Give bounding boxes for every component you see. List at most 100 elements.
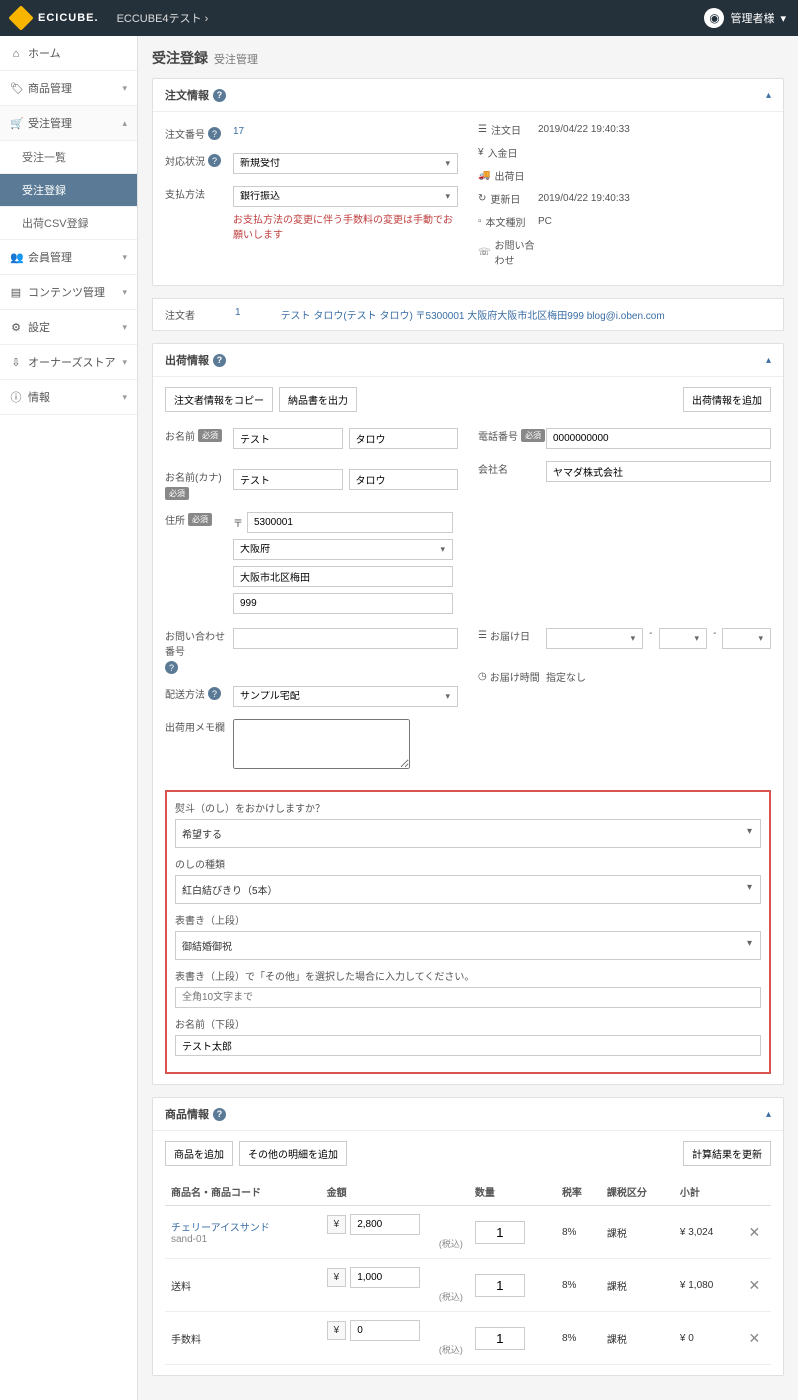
users-icon: 👥 <box>10 251 22 264</box>
brand[interactable]: ECICUBE. <box>12 9 99 27</box>
table-row: チェリーアイスサンドsand-01¥(税込)8%課税¥ 3,024✕ <box>165 1206 771 1259</box>
help-icon[interactable]: ? <box>213 89 226 102</box>
user-menu[interactable]: ◉ 管理者様 ▾ <box>704 8 786 28</box>
qty-input[interactable] <box>475 1274 525 1297</box>
info-icon: ⓘ <box>10 389 22 405</box>
add-shipping-button[interactable]: 出荷情報を追加 <box>683 387 771 412</box>
collapse-icon[interactable]: ▴ <box>766 355 771 366</box>
name1-input[interactable] <box>233 428 343 449</box>
kana1-input[interactable] <box>233 469 343 490</box>
copy-orderer-button[interactable]: 注文者情報をコピー <box>165 387 273 412</box>
brand-text: ECICUBE. <box>38 12 99 24</box>
orderer-id[interactable]: 1 <box>235 307 241 322</box>
nav-settings[interactable]: ⚙設定▾ <box>0 310 137 345</box>
date-d-select[interactable] <box>722 628 771 649</box>
order-no[interactable]: 17 <box>233 122 458 137</box>
qty-input[interactable] <box>475 1221 525 1244</box>
addr1-input[interactable] <box>233 566 453 587</box>
memo-textarea[interactable] <box>233 719 410 769</box>
help-icon[interactable]: ? <box>208 687 221 700</box>
home-icon: ⌂ <box>10 48 22 60</box>
deliv-method-select[interactable]: サンプル宅配 <box>233 686 458 707</box>
noshi-section: 熨斗（のし）をおかけしますか？希望する のしの種類紅白結びきり（5本） 表書き（… <box>165 790 771 1074</box>
table-row: 送料¥(税込)8%課税¥ 1,080✕ <box>165 1259 771 1312</box>
nav-order-list[interactable]: 受注一覧 <box>0 141 137 174</box>
panel-title: 注文情報 <box>165 87 209 103</box>
chevron-down-icon: ▾ <box>122 83 127 94</box>
delete-button[interactable]: ✕ <box>738 1206 771 1259</box>
cart-icon: 🛒 <box>10 117 22 130</box>
date-m-select[interactable] <box>659 628 708 649</box>
chevron-down-icon: ▾ <box>122 252 127 263</box>
addr2-input[interactable] <box>233 593 453 614</box>
tel-input[interactable] <box>546 428 771 449</box>
help-icon[interactable]: ? <box>208 154 221 167</box>
subtotal: ¥ 3,024 <box>674 1206 738 1259</box>
orderer-detail[interactable]: テスト タロウ(テスト タロウ) 〒5300001 大阪府大阪市北区梅田999 … <box>281 307 665 322</box>
nav-owners[interactable]: ⇩オーナーズストア▾ <box>0 345 137 380</box>
delete-button[interactable]: ✕ <box>738 1259 771 1312</box>
recalc-button[interactable]: 計算結果を更新 <box>683 1141 771 1166</box>
chat-icon: ☏ <box>478 247 491 258</box>
lower-input[interactable] <box>175 1035 761 1056</box>
delete-button[interactable]: ✕ <box>738 1312 771 1365</box>
amount-input[interactable] <box>350 1214 420 1235</box>
name2-input[interactable] <box>349 428 459 449</box>
add-product-button[interactable]: 商品を追加 <box>165 1141 233 1166</box>
refresh-icon: ↻ <box>478 193 486 204</box>
sidebar: ⌂ホーム 🏷商品管理▾ 🛒受注管理▴ 受注一覧 受注登録 出荷CSV登録 👥会員… <box>0 36 138 1400</box>
pref-select[interactable]: 大阪府 <box>233 539 453 560</box>
subtotal: ¥ 0 <box>674 1312 738 1365</box>
nav-contents[interactable]: ▤コンテンツ管理▾ <box>0 275 137 310</box>
help-icon[interactable]: ? <box>165 661 178 674</box>
noshi-type-select[interactable]: 紅白結びきり（5本） <box>175 875 761 904</box>
nav-products[interactable]: 🏷商品管理▾ <box>0 71 137 106</box>
currency-label: ¥ <box>327 1268 347 1287</box>
breadcrumb[interactable]: ECCUBE4テスト › <box>117 10 209 26</box>
collapse-icon[interactable]: ▴ <box>766 1109 771 1120</box>
nav-order-reg[interactable]: 受注登録 <box>0 174 137 207</box>
currency-label: ¥ <box>327 1215 347 1234</box>
zip-input[interactable] <box>247 512 453 533</box>
chevron-down-icon: ▾ <box>122 357 127 368</box>
qty-input[interactable] <box>475 1327 525 1350</box>
table-row: 手数料¥(税込)8%課税¥ 0✕ <box>165 1312 771 1365</box>
money-icon: ¥ <box>478 147 484 158</box>
nav-members[interactable]: 👥会員管理▾ <box>0 240 137 275</box>
amount-input[interactable] <box>350 1267 420 1288</box>
tracking-input[interactable] <box>233 628 458 649</box>
collapse-icon[interactable]: ▴ <box>766 90 771 101</box>
shipping-panel: 出荷情報?▴ 注文者情報をコピー 納品書を出力 出荷情報を追加 お名前必須 お名… <box>152 343 784 1085</box>
help-icon[interactable]: ? <box>208 127 221 140</box>
tax-type: 課税 <box>601 1312 674 1365</box>
order-info-panel: 注文情報?▴ 注文番号?17 対応状況?新規受付 支払方法銀行振込お支払方法の変… <box>152 78 784 286</box>
gear-icon: ⚙ <box>10 321 22 334</box>
product-panel: 商品情報?▴ 商品を追加 その他の明細を追加 計算結果を更新 商品名・商品コード… <box>152 1097 784 1376</box>
chevron-down-icon: ▾ <box>122 287 127 298</box>
calendar-icon: ☰ <box>478 124 487 135</box>
kana2-input[interactable] <box>349 469 459 490</box>
payment-select[interactable]: 銀行振込 <box>233 186 458 207</box>
tax-incl-label: (税込) <box>327 1343 463 1356</box>
page-title: 受注登録受注管理 <box>152 48 784 68</box>
doc-icon: ▤ <box>10 286 22 299</box>
upper-select[interactable]: 御結婚御祝 <box>175 931 761 960</box>
product-name[interactable]: チェリーアイスサンド <box>171 1219 315 1234</box>
nav-orders[interactable]: 🛒受注管理▴ <box>0 106 137 141</box>
add-other-button[interactable]: その他の明細を追加 <box>239 1141 347 1166</box>
amount-input[interactable] <box>350 1320 420 1341</box>
date-y-select[interactable] <box>546 628 643 649</box>
nav-csv[interactable]: 出荷CSV登録 <box>0 207 137 240</box>
help-icon[interactable]: ? <box>213 1108 226 1121</box>
noshi-req-select[interactable]: 希望する <box>175 819 761 848</box>
chevron-up-icon: ▴ <box>122 118 127 129</box>
upper-other-input[interactable] <box>175 987 761 1008</box>
help-icon[interactable]: ? <box>213 354 226 367</box>
print-slip-button[interactable]: 納品書を出力 <box>279 387 357 412</box>
nav-info[interactable]: ⓘ情報▾ <box>0 380 137 415</box>
nav-home[interactable]: ⌂ホーム <box>0 36 137 71</box>
company-input[interactable] <box>546 461 771 482</box>
tax-type: 課税 <box>601 1206 674 1259</box>
status-select[interactable]: 新規受付 <box>233 153 458 174</box>
chevron-down-icon: ▾ <box>780 12 786 25</box>
